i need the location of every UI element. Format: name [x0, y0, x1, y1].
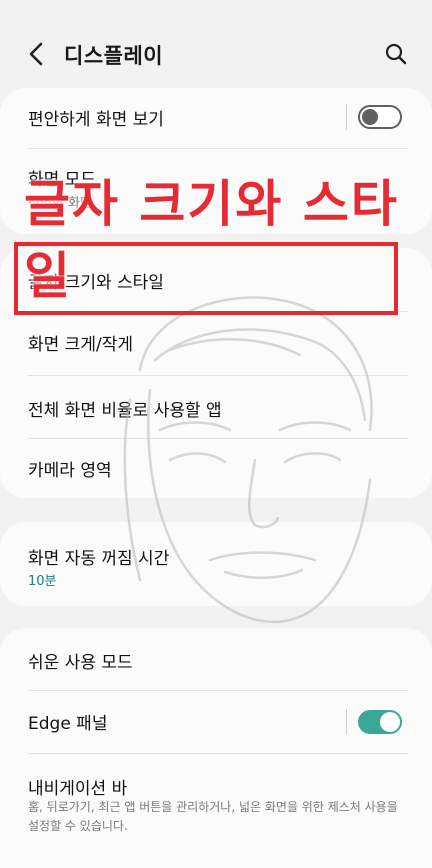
face-sketch-watermark: [123, 296, 373, 624]
page-title: 디스플레이: [64, 44, 164, 68]
edge-panels-row[interactable]: Edge 패널: [0, 691, 432, 753]
easy-view-toggle[interactable]: [358, 105, 402, 129]
toggle-separator: [346, 104, 347, 130]
screen-timeout-value: 10분: [28, 574, 57, 589]
easy-mode-label: 쉬운 사용 모드: [28, 653, 133, 673]
navigation-bar-label: 내비게이션 바: [28, 779, 128, 799]
easy-view-label: 편안하게 화면 보기: [28, 110, 164, 130]
search-icon[interactable]: [384, 42, 408, 66]
edge-panels-label: Edge 패널: [28, 714, 108, 734]
arrow-left-icon[interactable]: [26, 40, 48, 68]
app-bar: 디스플레이: [0, 0, 432, 90]
navigation-bar-row[interactable]: 내비게이션 바 홈, 뒤로가기, 최근 앱 버튼을 관리하거나, 넓은 화면을 …: [0, 754, 432, 864]
navigation-bar-description: 홈, 뒤로가기, 최근 앱 버튼을 관리하거나, 넓은 화면을 위한 제스처 사…: [28, 800, 398, 833]
edge-panels-toggle[interactable]: [358, 710, 402, 734]
settings-card-navigation: 쉬운 사용 모드 Edge 패널 내비게이션 바 홈, 뒤로가기, 최근 앱 버…: [0, 628, 432, 868]
toggle-separator: [346, 709, 347, 735]
annotation-highlight-box: [14, 242, 398, 315]
easy-view-row[interactable]: 편안하게 화면 보기: [0, 88, 432, 148]
